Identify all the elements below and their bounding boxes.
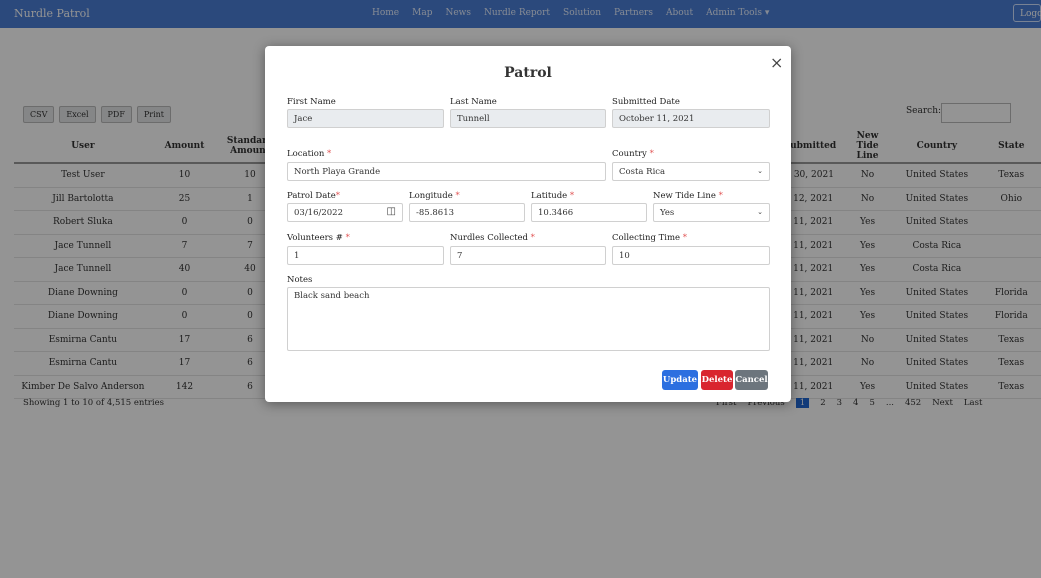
update-button[interactable]: Update	[662, 370, 698, 390]
volunteers-label: Volunteers # *	[287, 233, 350, 243]
country-value: Costa Rica	[619, 167, 666, 177]
patrol-date-value: 03/16/2022	[294, 208, 343, 218]
new-tide-line-label: New Tide Line *	[653, 191, 723, 201]
last-name-field[interactable]: Tunnell	[450, 109, 606, 128]
patrol-date-label: Patrol Date*	[287, 191, 341, 201]
country-select[interactable]: Costa Rica ⌄	[612, 162, 770, 181]
nurdles-label: Nurdles Collected *	[450, 233, 535, 243]
calendar-icon[interactable]: ◫	[387, 206, 396, 217]
notes-textarea[interactable]: Black sand beach	[287, 287, 770, 351]
submitted-date-label: Submitted Date	[612, 97, 680, 107]
collecting-time-label: Collecting Time *	[612, 233, 688, 243]
cancel-button[interactable]: Cancel	[735, 370, 768, 390]
longitude-field[interactable]: -85.8613	[409, 203, 525, 222]
volunteers-field[interactable]: 1	[287, 246, 444, 265]
last-name-label: Last Name	[450, 97, 497, 107]
latitude-label: Latitude *	[531, 191, 575, 201]
location-field[interactable]: North Playa Grande	[287, 162, 606, 181]
patrol-date-field[interactable]: 03/16/2022 ◫	[287, 203, 403, 222]
new-tide-line-select[interactable]: Yes ⌄	[653, 203, 770, 222]
new-tide-line-value: Yes	[660, 208, 675, 218]
first-name-field[interactable]: Jace	[287, 109, 444, 128]
submitted-date-field[interactable]: October 11, 2021	[612, 109, 770, 128]
longitude-label: Longitude *	[409, 191, 460, 201]
modal-title: Patrol	[504, 65, 552, 81]
nurdles-field[interactable]: 7	[450, 246, 606, 265]
latitude-field[interactable]: 10.3466	[531, 203, 647, 222]
location-label: Location *	[287, 149, 332, 159]
close-icon[interactable]: ×	[770, 53, 783, 72]
notes-label: Notes	[287, 275, 313, 285]
first-name-label: First Name	[287, 97, 336, 107]
chevron-down-icon: ⌄	[757, 208, 763, 216]
country-label: Country *	[612, 149, 654, 159]
chevron-down-icon: ⌄	[757, 167, 763, 175]
delete-button[interactable]: Delete	[701, 370, 733, 390]
patrol-modal: Patrol × First Name Jace Last Name Tunne…	[265, 46, 791, 402]
collecting-time-field[interactable]: 10	[612, 246, 770, 265]
